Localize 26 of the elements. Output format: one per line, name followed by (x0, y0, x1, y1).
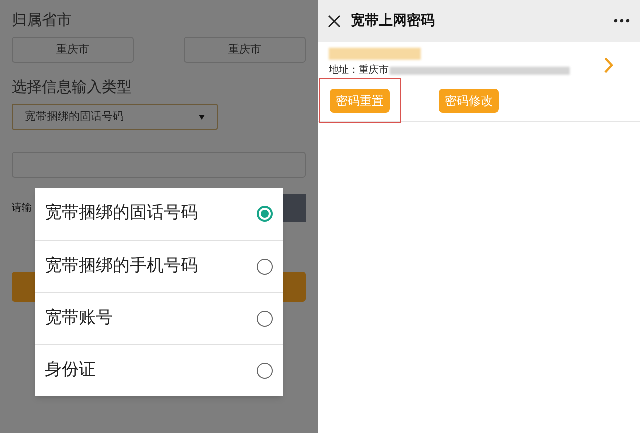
option-row[interactable]: 宽带捆绑的固话号码 (35, 188, 283, 240)
dropdown-arrow-icon (199, 114, 205, 120)
radio-button[interactable] (257, 362, 273, 378)
option-row[interactable]: 宽带捆绑的手机号码 (35, 240, 283, 292)
field-label: 归属省市 (12, 10, 73, 30)
radio-button[interactable] (257, 310, 273, 326)
field-label: 请输 (12, 202, 32, 216)
option-row[interactable]: 身份证 (35, 344, 283, 396)
option-row[interactable]: 宽带账号 (35, 292, 283, 344)
province-select[interactable]: 重庆市 (184, 37, 306, 63)
option-label: 身份证 (45, 358, 96, 382)
radio-button[interactable] (257, 258, 273, 274)
province-select[interactable]: 重庆市 (12, 37, 134, 63)
password-button[interactable]: 密码重置 (330, 89, 390, 113)
field-label: 选择信息输入类型 (12, 77, 133, 97)
option-label: 宽带捆绑的手机号码 (45, 254, 198, 278)
address-text: 地址：重庆市 (329, 64, 389, 78)
page-title: 宽带上网密码 (351, 12, 435, 30)
password-button[interactable]: 密码修改 (439, 89, 499, 113)
radio-button[interactable] (257, 206, 273, 222)
option-label: 宽带账号 (45, 306, 113, 330)
close-icon[interactable] (328, 14, 341, 28)
type-select[interactable]: 宽带捆绑的固话号码 (12, 104, 218, 130)
captcha-image (282, 194, 306, 222)
option-label: 宽带捆绑的固话号码 (45, 202, 198, 226)
more-icon[interactable] (614, 19, 630, 23)
